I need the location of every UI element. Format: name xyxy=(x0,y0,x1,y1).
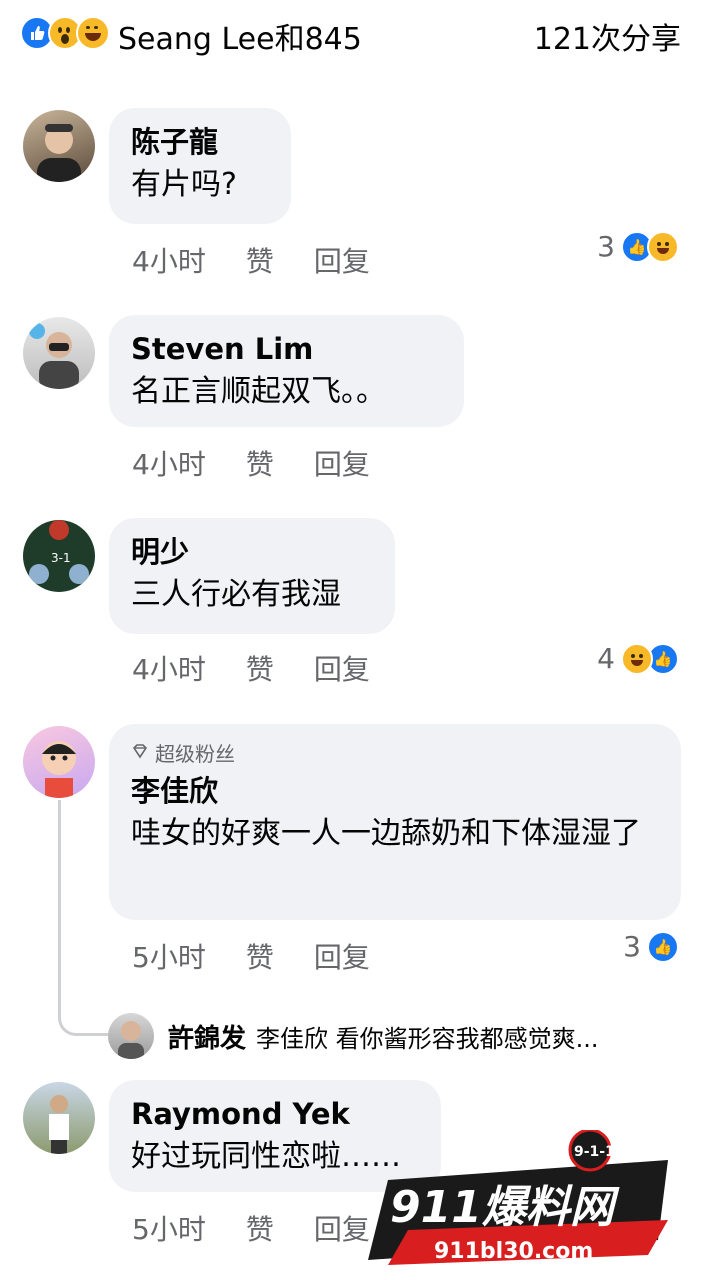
like-button[interactable]: 赞 xyxy=(246,936,274,976)
comment-reactions[interactable]: 4 👍 xyxy=(597,642,679,675)
reaction-count: 4 xyxy=(597,642,615,675)
share-count[interactable]: 121次分享 xyxy=(534,14,681,58)
reactor-names[interactable]: Seang Lee和845 xyxy=(118,14,362,58)
reply-button[interactable]: 回复 xyxy=(314,936,370,976)
comment-text: 有片吗? xyxy=(131,167,237,202)
comment-text: 哇女的好爽一人一边舔奶和下体湿湿了 xyxy=(131,816,641,851)
like-button[interactable]: 赞 xyxy=(246,648,274,688)
reaction-icons[interactable] xyxy=(20,16,110,50)
like-button[interactable]: 赞 xyxy=(246,443,274,483)
comment-time[interactable]: 4小时 xyxy=(132,443,206,483)
comment-time[interactable]: 5小时 xyxy=(132,936,206,976)
avatar[interactable]: 3-1 xyxy=(23,520,95,592)
watermark-brand: 911爆料网 xyxy=(390,1182,620,1233)
comment-text: 三人行必有我湿 xyxy=(131,577,341,612)
svg-text:3-1: 3-1 xyxy=(51,551,71,565)
wow-icon xyxy=(48,16,82,50)
like-button[interactable]: 赞 xyxy=(246,1208,274,1248)
comment-reactions[interactable]: 3 👍 xyxy=(623,930,679,963)
commenter-name[interactable]: 陈子龍 xyxy=(131,122,269,162)
thread-connector xyxy=(58,800,109,1036)
comment-time[interactable]: 5小时 xyxy=(132,1208,206,1248)
watermark-tag: 9-1-1 xyxy=(574,1144,615,1160)
reaction-count: 3 xyxy=(623,930,641,963)
diamond-icon xyxy=(131,741,149,765)
comment-reactions[interactable]: 3 👍 xyxy=(597,230,679,263)
reply-preview[interactable]: 許錦发 李佳欣 看你酱形容我都感觉爽... xyxy=(108,1010,599,1062)
avatar[interactable] xyxy=(23,317,95,389)
top-fan-badge: 超级粉丝 xyxy=(131,738,659,767)
reaction-count: 3 xyxy=(597,230,615,263)
commenter-name[interactable]: 明少 xyxy=(131,532,373,572)
avatar[interactable] xyxy=(23,110,95,182)
reply-text: 李佳欣 看你酱形容我都感觉爽... xyxy=(256,1024,599,1053)
commenter-name[interactable]: Steven Lim xyxy=(131,329,442,369)
like-button[interactable]: 赞 xyxy=(246,240,274,280)
comment-time[interactable]: 4小时 xyxy=(132,240,206,280)
comment-bubble[interactable]: 明少 三人行必有我湿 xyxy=(109,518,395,634)
comment-bubble[interactable]: 陈子龍 有片吗? xyxy=(109,108,291,224)
comment-text: 名正言顺起双飞。。 xyxy=(131,374,386,409)
reaction-summary-bar: Seang Lee和845 121次分享 xyxy=(0,0,703,70)
avatar[interactable] xyxy=(108,1013,154,1059)
reply-author[interactable]: 許錦发 xyxy=(168,1018,246,1055)
like-icon: 👍 xyxy=(647,930,679,963)
haha-icon xyxy=(76,16,110,50)
commenter-name[interactable]: Raymond Yek xyxy=(131,1094,419,1134)
avatar[interactable] xyxy=(23,726,95,798)
haha-icon xyxy=(647,230,679,263)
comment-time[interactable]: 4小时 xyxy=(132,648,206,688)
comment-bubble[interactable]: Steven Lim 名正言顺起双飞。。 xyxy=(109,315,464,427)
haha-icon xyxy=(621,642,653,675)
watermark-logo: 9-1-1 911爆料网 911bl30.com xyxy=(368,1128,680,1270)
commenter-name[interactable]: 李佳欣 xyxy=(131,771,659,811)
reply-button[interactable]: 回复 xyxy=(314,1208,370,1248)
avatar[interactable] xyxy=(23,1082,95,1154)
badge-label: 超级粉丝 xyxy=(155,742,235,766)
reply-button[interactable]: 回复 xyxy=(314,240,370,280)
reply-button[interactable]: 回复 xyxy=(314,443,370,483)
watermark-url: 911bl30.com xyxy=(434,1239,593,1264)
reply-button[interactable]: 回复 xyxy=(314,648,370,688)
comment-bubble[interactable]: 超级粉丝 李佳欣 哇女的好爽一人一边舔奶和下体湿湿了 xyxy=(109,724,681,920)
